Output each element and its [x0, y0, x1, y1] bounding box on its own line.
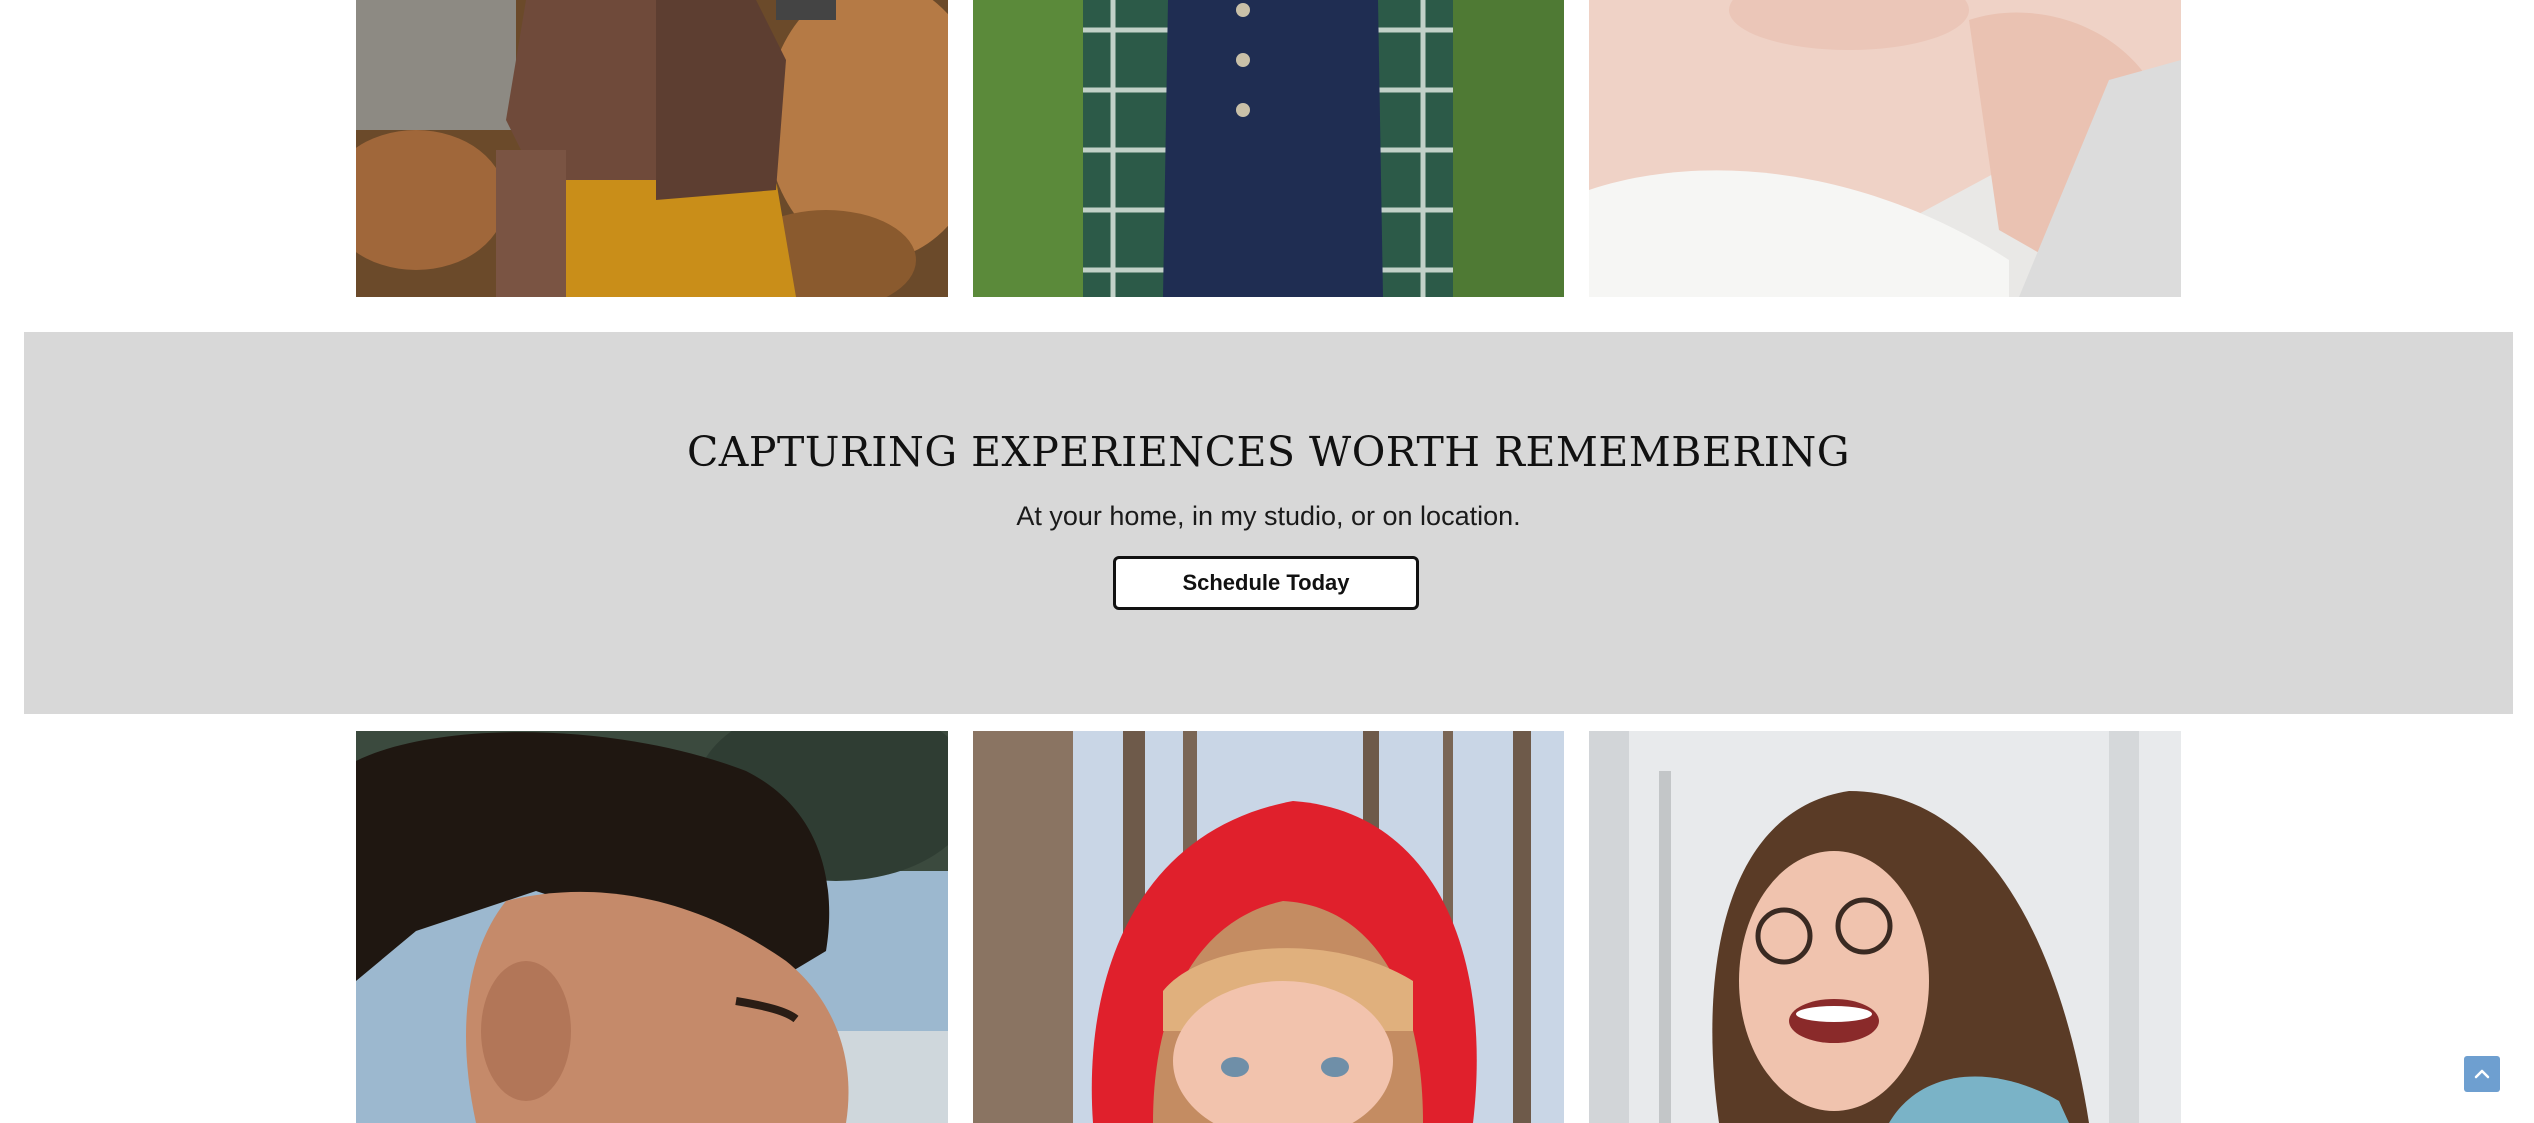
girl-snow-image: [1589, 731, 2181, 1123]
boy-autumn-image: [356, 0, 948, 297]
gallery-photo-boy-plaid: [973, 0, 1564, 297]
gallery-photo-boy-autumn: [356, 0, 948, 297]
child-red-hood-image: [973, 731, 1564, 1123]
page: CAPTURING EXPERIENCES WORTH REMEMBERING …: [0, 0, 2534, 1123]
schedule-today-button[interactable]: Schedule Today: [1113, 556, 1419, 610]
cta-section: CAPTURING EXPERIENCES WORTH REMEMBERING …: [24, 332, 2513, 714]
gallery-photo-girl-snow: [1589, 731, 2181, 1123]
chevron-up-icon: [2474, 1069, 2490, 1079]
gallery-photo-child-red-hood: [973, 731, 1564, 1123]
gallery-photo-newborn: [1589, 0, 2181, 297]
boy-plaid-image: [973, 0, 1564, 297]
cta-heading: CAPTURING EXPERIENCES WORTH REMEMBERING: [686, 428, 1851, 476]
newborn-image: [1589, 0, 2181, 297]
scroll-to-top-button[interactable]: [2464, 1056, 2500, 1092]
schedule-today-label: Schedule Today: [1182, 570, 1350, 595]
cta-subtitle: At your home, in my studio, or on locati…: [1016, 501, 1521, 531]
young-man-image: [356, 731, 948, 1123]
gallery-photo-young-man: [356, 731, 948, 1123]
